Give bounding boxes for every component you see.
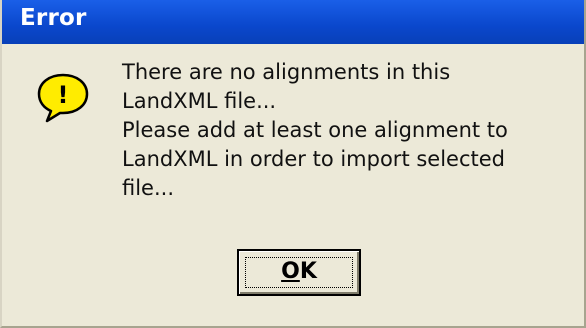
title-bar[interactable]: Error [2, 0, 584, 44]
message-line: file... [122, 176, 175, 200]
message-line: LandXML in order to import selected [122, 147, 505, 171]
ok-label-rest: K [299, 259, 317, 284]
error-message: There are no alignments in this LandXML … [122, 58, 562, 203]
warning-speech-bubble-icon: ! [37, 73, 89, 123]
message-line: LandXML file... [122, 89, 277, 113]
warning-icon: ! [36, 72, 90, 124]
error-dialog: Error ! There are no alignments in this … [0, 0, 586, 328]
message-line: Please add at least one alignment to [122, 118, 508, 142]
dialog-title: Error [20, 5, 87, 31]
warning-glyph: ! [58, 81, 69, 109]
ok-button[interactable]: OK [237, 249, 361, 296]
ok-mnemonic: O [281, 259, 300, 284]
ok-button-label: OK [239, 259, 359, 284]
message-line: There are no alignments in this [122, 60, 451, 84]
